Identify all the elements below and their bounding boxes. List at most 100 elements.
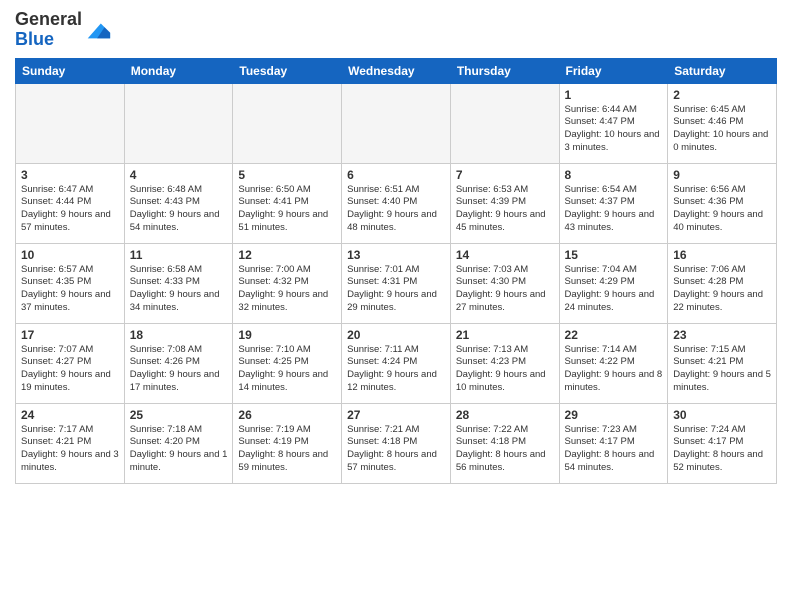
column-header-sunday: Sunday xyxy=(16,58,125,83)
calendar-cell: 30 Sunrise: 7:24 AM Sunset: 4:17 PM Dayli… xyxy=(668,403,777,483)
day-number: 8 xyxy=(565,168,663,182)
day-info: Sunrise: 7:11 AM Sunset: 4:24 PM Dayligh… xyxy=(347,344,445,395)
calendar-cell: 29 Sunrise: 7:23 AM Sunset: 4:17 PM Dayli… xyxy=(559,403,668,483)
calendar-cell: 15Sunrise: 7:04 AM Sunset: 4:29 PM Dayli… xyxy=(559,243,668,323)
day-number: 11 xyxy=(130,248,228,262)
calendar-cell: 12Sunrise: 7:00 AM Sunset: 4:32 PM Dayli… xyxy=(233,243,342,323)
calendar-cell: 17 Sunrise: 7:07 AM Sunset: 4:27 PM Dayli… xyxy=(16,323,125,403)
day-number: 5 xyxy=(238,168,336,182)
day-info: Sunrise: 7:04 AM Sunset: 4:29 PM Dayligh… xyxy=(565,264,663,315)
day-info: Sunrise: 7:03 AM Sunset: 4:30 PM Dayligh… xyxy=(456,264,554,315)
calendar-cell: 2 Sunrise: 6:45 AM Sunset: 4:46 PM Daylig… xyxy=(668,83,777,163)
day-number: 9 xyxy=(673,168,771,182)
calendar-cell: 20Sunrise: 7:11 AM Sunset: 4:24 PM Dayli… xyxy=(342,323,451,403)
day-number: 10 xyxy=(21,248,119,262)
day-number: 2 xyxy=(673,88,771,102)
column-header-thursday: Thursday xyxy=(450,58,559,83)
day-info: Sunrise: 6:44 AM Sunset: 4:47 PM Dayligh… xyxy=(565,104,663,155)
day-info: Sunrise: 6:56 AM Sunset: 4:36 PM Dayligh… xyxy=(673,184,771,235)
day-number: 22 xyxy=(565,328,663,342)
day-info: Sunrise: 7:10 AM Sunset: 4:25 PM Dayligh… xyxy=(238,344,336,395)
calendar-cell: 6Sunrise: 6:51 AM Sunset: 4:40 PM Daylig… xyxy=(342,163,451,243)
calendar-week-4: 17 Sunrise: 7:07 AM Sunset: 4:27 PM Dayli… xyxy=(16,323,777,403)
calendar-week-3: 10Sunrise: 6:57 AM Sunset: 4:35 PM Dayli… xyxy=(16,243,777,323)
calendar-cell: 3 Sunrise: 6:47 AM Sunset: 4:44 PM Daylig… xyxy=(16,163,125,243)
day-number: 17 xyxy=(21,328,119,342)
day-number: 19 xyxy=(238,328,336,342)
logo-blue: Blue xyxy=(15,29,54,49)
column-header-saturday: Saturday xyxy=(668,58,777,83)
day-number: 3 xyxy=(21,168,119,182)
day-number: 26 xyxy=(238,408,336,422)
calendar-cell xyxy=(450,83,559,163)
day-number: 13 xyxy=(347,248,445,262)
day-info: Sunrise: 6:58 AM Sunset: 4:33 PM Dayligh… xyxy=(130,264,228,315)
day-number: 23 xyxy=(673,328,771,342)
day-info: Sunrise: 6:45 AM Sunset: 4:46 PM Dayligh… xyxy=(673,104,771,155)
day-number: 14 xyxy=(456,248,554,262)
calendar-cell: 28Sunrise: 7:22 AM Sunset: 4:18 PM Dayli… xyxy=(450,403,559,483)
day-info: Sunrise: 6:47 AM Sunset: 4:44 PM Dayligh… xyxy=(21,184,119,235)
calendar-cell: 9 Sunrise: 6:56 AM Sunset: 4:36 PM Daylig… xyxy=(668,163,777,243)
day-info: Sunrise: 7:08 AM Sunset: 4:26 PM Dayligh… xyxy=(130,344,228,395)
calendar-cell: 5 Sunrise: 6:50 AM Sunset: 4:41 PM Daylig… xyxy=(233,163,342,243)
day-info: Sunrise: 7:06 AM Sunset: 4:28 PM Dayligh… xyxy=(673,264,771,315)
calendar-cell: 27Sunrise: 7:21 AM Sunset: 4:18 PM Dayli… xyxy=(342,403,451,483)
calendar-week-5: 24Sunrise: 7:17 AM Sunset: 4:21 PM Dayli… xyxy=(16,403,777,483)
calendar-cell: 8Sunrise: 6:54 AM Sunset: 4:37 PM Daylig… xyxy=(559,163,668,243)
day-number: 4 xyxy=(130,168,228,182)
calendar-cell: 25Sunrise: 7:18 AM Sunset: 4:20 PM Dayli… xyxy=(124,403,233,483)
calendar-cell: 26Sunrise: 7:19 AM Sunset: 4:19 PM Dayli… xyxy=(233,403,342,483)
calendar-header-row: SundayMondayTuesdayWednesdayThursdayFrid… xyxy=(16,58,777,83)
calendar-cell xyxy=(16,83,125,163)
day-info: Sunrise: 7:14 AM Sunset: 4:22 PM Dayligh… xyxy=(565,344,663,395)
day-number: 7 xyxy=(456,168,554,182)
day-number: 1 xyxy=(565,88,663,102)
day-info: Sunrise: 7:07 AM Sunset: 4:27 PM Dayligh… xyxy=(21,344,119,395)
logo-text: General Blue xyxy=(15,10,82,50)
calendar-cell: 7 Sunrise: 6:53 AM Sunset: 4:39 PM Daylig… xyxy=(450,163,559,243)
day-info: Sunrise: 7:24 AM Sunset: 4:17 PM Dayligh… xyxy=(673,424,771,475)
day-number: 25 xyxy=(130,408,228,422)
calendar-cell: 18 Sunrise: 7:08 AM Sunset: 4:26 PM Dayli… xyxy=(124,323,233,403)
day-number: 30 xyxy=(673,408,771,422)
column-header-friday: Friday xyxy=(559,58,668,83)
day-number: 27 xyxy=(347,408,445,422)
day-number: 18 xyxy=(130,328,228,342)
day-number: 21 xyxy=(456,328,554,342)
day-number: 29 xyxy=(565,408,663,422)
calendar-cell: 11 Sunrise: 6:58 AM Sunset: 4:33 PM Dayli… xyxy=(124,243,233,323)
calendar-cell: 14 Sunrise: 7:03 AM Sunset: 4:30 PM Dayli… xyxy=(450,243,559,323)
calendar-cell: 16 Sunrise: 7:06 AM Sunset: 4:28 PM Dayli… xyxy=(668,243,777,323)
calendar-table: SundayMondayTuesdayWednesdayThursdayFrid… xyxy=(15,58,777,484)
day-number: 12 xyxy=(238,248,336,262)
logo-icon xyxy=(84,16,112,44)
day-info: Sunrise: 6:51 AM Sunset: 4:40 PM Dayligh… xyxy=(347,184,445,235)
calendar-cell: 1 Sunrise: 6:44 AM Sunset: 4:47 PM Daylig… xyxy=(559,83,668,163)
day-info: Sunrise: 6:50 AM Sunset: 4:41 PM Dayligh… xyxy=(238,184,336,235)
calendar-cell: 19 Sunrise: 7:10 AM Sunset: 4:25 PM Dayli… xyxy=(233,323,342,403)
calendar-week-2: 3 Sunrise: 6:47 AM Sunset: 4:44 PM Daylig… xyxy=(16,163,777,243)
calendar-cell: 22 Sunrise: 7:14 AM Sunset: 4:22 PM Dayli… xyxy=(559,323,668,403)
day-info: Sunrise: 7:01 AM Sunset: 4:31 PM Dayligh… xyxy=(347,264,445,315)
column-header-wednesday: Wednesday xyxy=(342,58,451,83)
day-info: Sunrise: 6:53 AM Sunset: 4:39 PM Dayligh… xyxy=(456,184,554,235)
calendar-cell: 23 Sunrise: 7:15 AM Sunset: 4:21 PM Dayli… xyxy=(668,323,777,403)
day-info: Sunrise: 7:13 AM Sunset: 4:23 PM Dayligh… xyxy=(456,344,554,395)
column-header-monday: Monday xyxy=(124,58,233,83)
calendar-week-1: 1 Sunrise: 6:44 AM Sunset: 4:47 PM Daylig… xyxy=(16,83,777,163)
day-info: Sunrise: 6:48 AM Sunset: 4:43 PM Dayligh… xyxy=(130,184,228,235)
day-info: Sunrise: 7:23 AM Sunset: 4:17 PM Dayligh… xyxy=(565,424,663,475)
logo: General Blue xyxy=(15,10,112,50)
day-info: Sunrise: 7:22 AM Sunset: 4:18 PM Dayligh… xyxy=(456,424,554,475)
day-info: Sunrise: 7:15 AM Sunset: 4:21 PM Dayligh… xyxy=(673,344,771,395)
calendar-cell xyxy=(342,83,451,163)
page-container: General Blue SundayMondayTuesdayWednesda… xyxy=(0,0,792,489)
calendar-cell: 13 Sunrise: 7:01 AM Sunset: 4:31 PM Dayli… xyxy=(342,243,451,323)
day-number: 16 xyxy=(673,248,771,262)
calendar-cell: 21 Sunrise: 7:13 AM Sunset: 4:23 PM Dayli… xyxy=(450,323,559,403)
calendar-cell: 24Sunrise: 7:17 AM Sunset: 4:21 PM Dayli… xyxy=(16,403,125,483)
page-header: General Blue xyxy=(15,10,777,50)
column-header-tuesday: Tuesday xyxy=(233,58,342,83)
day-info: Sunrise: 7:17 AM Sunset: 4:21 PM Dayligh… xyxy=(21,424,119,475)
